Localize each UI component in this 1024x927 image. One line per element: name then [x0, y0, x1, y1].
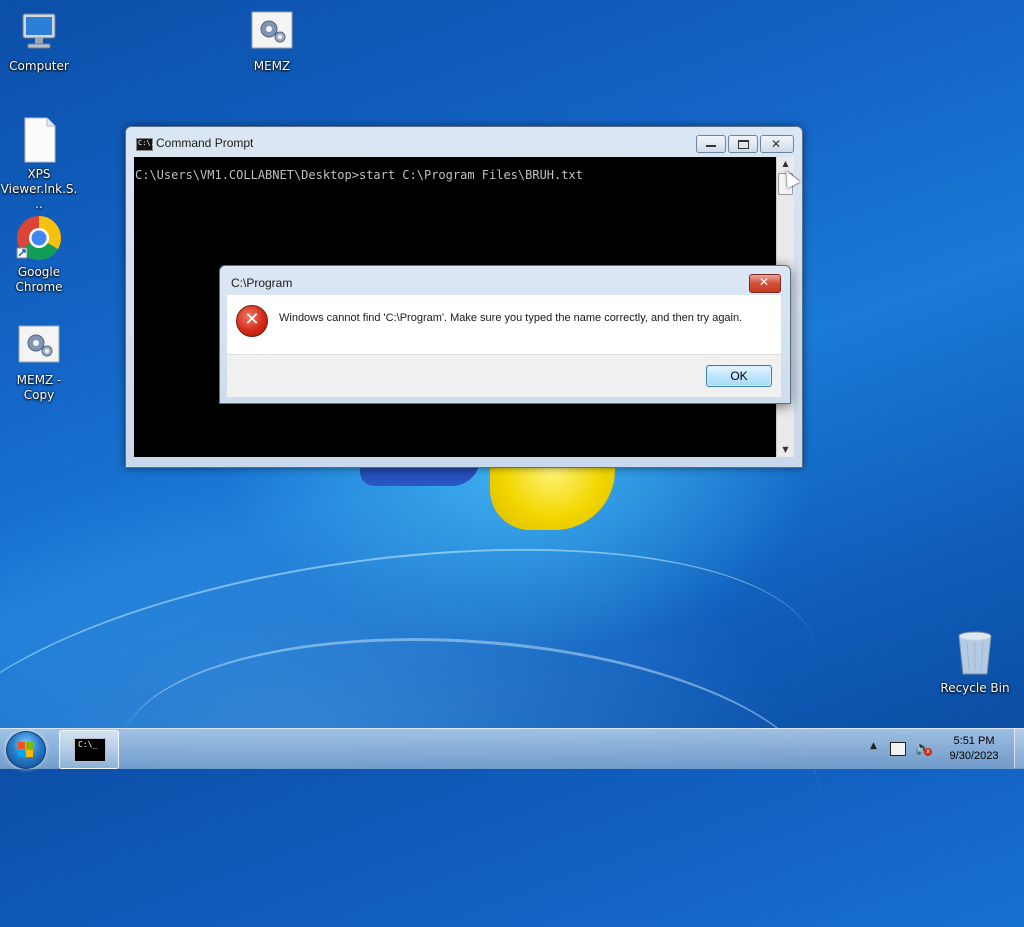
- ok-button[interactable]: OK: [706, 365, 772, 387]
- dialog-close-button[interactable]: ✕: [749, 274, 781, 293]
- desktop-icon-label: Recycle Bin: [940, 681, 1010, 695]
- error-dialog[interactable]: C:\Program ✕ ✕ Windows cannot find 'C:\P…: [219, 265, 791, 404]
- cmd-app-icon: C:\.: [136, 138, 155, 151]
- dialog-body: ✕ Windows cannot find 'C:\Program'. Make…: [227, 295, 781, 354]
- gear-document-icon: [15, 322, 63, 370]
- desktop-icon-label: Computer: [9, 59, 69, 73]
- desktop-icon-label: MEMZ: [253, 59, 291, 73]
- scroll-down-arrow-icon[interactable]: ▼: [777, 443, 794, 457]
- close-button[interactable]: ✕: [760, 135, 794, 153]
- desktop-icon-label: Google Chrome: [15, 265, 63, 294]
- desktop-icon-xps-viewer[interactable]: XPS Viewer.lnk.S...: [0, 116, 78, 212]
- chrome-icon: [15, 214, 63, 262]
- taskbar: C:\_ ▲ 🔈 x 5:51 PM 9/30/2023: [0, 728, 1024, 769]
- minimize-icon: [706, 145, 716, 147]
- desktop-icon-google-chrome[interactable]: Google Chrome: [0, 214, 78, 295]
- desktop-icon-memz-copy[interactable]: MEMZ - Copy: [0, 322, 78, 403]
- maximize-icon: [738, 140, 749, 149]
- close-icon: ✕: [771, 137, 782, 151]
- mute-badge-icon: x: [924, 748, 932, 756]
- clock-date: 9/30/2023: [949, 750, 999, 762]
- system-tray: ▲ 🔈 x 5:51 PM 9/30/2023: [866, 729, 1024, 769]
- dialog-message: Windows cannot find 'C:\Program'. Make s…: [279, 312, 743, 324]
- computer-icon: [15, 8, 63, 56]
- close-icon: ✕: [759, 275, 770, 289]
- error-icon: ✕: [236, 305, 268, 337]
- desktop-icon-memz[interactable]: MEMZ: [233, 8, 311, 74]
- taskbar-item-command-prompt[interactable]: C:\_: [59, 730, 119, 769]
- windows-logo-icon: [18, 742, 34, 758]
- network-icon[interactable]: [890, 742, 906, 756]
- maximize-button[interactable]: [728, 135, 758, 153]
- recycle-bin-icon: [951, 630, 999, 678]
- command-prompt-icon: C:\_: [74, 738, 106, 762]
- clock[interactable]: 5:51 PM 9/30/2023: [944, 734, 1004, 764]
- console-line: C:\Users\VM1.COLLABNET\Desktop>start C:\…: [135, 168, 583, 182]
- gear-document-icon: [248, 8, 296, 56]
- show-hidden-icons-icon[interactable]: ▲: [870, 741, 877, 751]
- desktop-icon-label: XPS Viewer.lnk.S...: [0, 167, 78, 211]
- desktop-icon-label: MEMZ - Copy: [16, 373, 62, 402]
- blank-document-icon: [15, 116, 63, 164]
- desktop-icon-recycle-bin[interactable]: Recycle Bin: [936, 630, 1014, 696]
- desktop-icon-computer[interactable]: Computer: [0, 8, 78, 74]
- minimize-button[interactable]: [696, 135, 726, 153]
- clock-time: 5:51 PM: [953, 735, 995, 747]
- show-desktop-button[interactable]: [1014, 729, 1024, 768]
- window-title: Command Prompt: [156, 136, 254, 150]
- start-button[interactable]: [6, 731, 46, 769]
- dialog-title: C:\Program: [231, 276, 293, 290]
- dialog-footer: OK: [227, 354, 781, 397]
